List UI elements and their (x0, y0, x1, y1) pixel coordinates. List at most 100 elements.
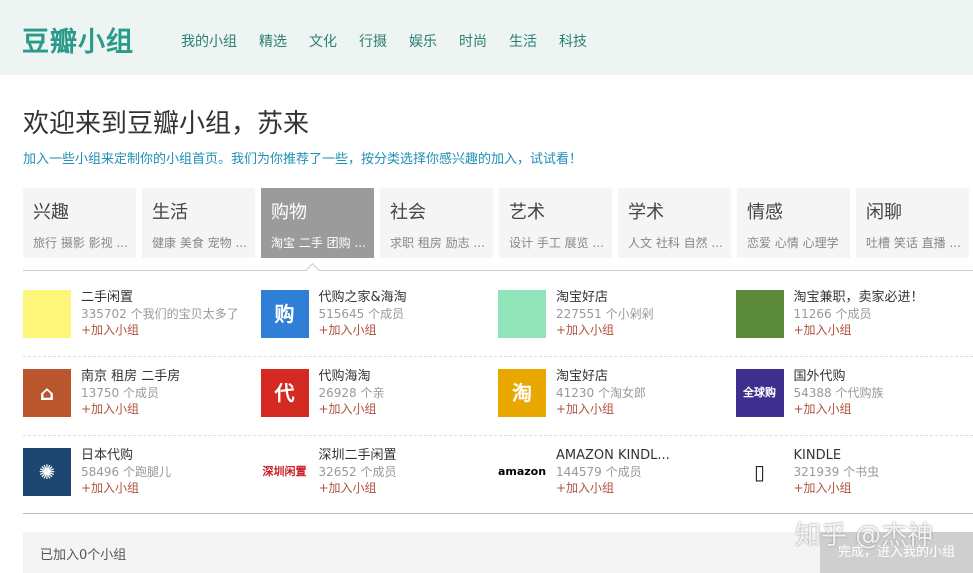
group-avatar[interactable]: amazon (498, 448, 546, 496)
group-count: 58496 个跑腿儿 (81, 465, 171, 479)
group-row: ⌂ 南京 租房 二手房 13750 个成员 +加入小组代代购海淘 26928 个亲 +加入… (23, 369, 973, 447)
group-item: 全球购 国外代购 54388 个代购族 +加入小组 (735, 369, 973, 447)
category-desc: 人文 社科 自然 ... (628, 236, 723, 250)
join-group-link[interactable]: +加入小组 (319, 401, 385, 417)
category-tab[interactable]: 情感恋爱 心情 心理学 (737, 188, 850, 258)
group-item: ⌂ 南京 租房 二手房 13750 个成员 +加入小组 (23, 369, 261, 447)
group-name[interactable]: AMAZON KINDL... (556, 448, 670, 464)
group-name[interactable]: 深圳二手闲置 (319, 448, 397, 464)
divider (23, 513, 973, 514)
group-avatar[interactable]: 深圳闲置 (260, 448, 309, 496)
group-avatar[interactable]: 淘 (498, 369, 546, 417)
category-tab[interactable]: 兴趣旅行 摄影 影视 ... (23, 188, 136, 258)
group-item: 淘淘宝好店 41230 个淘女郎 +加入小组 (498, 369, 736, 447)
join-group-link[interactable]: +加入小组 (556, 322, 654, 338)
group-count: 26928 个亲 (318, 386, 385, 400)
group-name[interactable]: 淘宝兼职，卖家必进！ (794, 290, 924, 306)
nav-item[interactable]: 娱乐 (409, 31, 437, 51)
category-desc: 求职 租房 励志 ... (390, 236, 485, 250)
group-count: 515645 个成员 (318, 307, 405, 321)
subtitle: 加入一些小组来定制你的小组首页。我们为你推荐了一些，按分类选择你感兴趣的加入，试… (23, 152, 583, 167)
group-avatar[interactable] (735, 290, 784, 338)
group-name[interactable]: 淘宝好店 (556, 290, 654, 306)
group-avatar[interactable] (498, 290, 546, 338)
group-count: 41230 个淘女郎 (556, 386, 646, 400)
group-item: 二手闲置 335702 个我们的宝贝太多了 +加入小组 (23, 290, 261, 368)
group-count: 144579 个成员 (556, 465, 642, 479)
join-group-link[interactable]: +加入小组 (319, 480, 397, 496)
category-title: 艺术 (509, 202, 545, 223)
nav-item[interactable]: 精选 (259, 31, 287, 51)
group-item: 淘宝兼职，卖家必进！ 11266 个成员 +加入小组 (735, 290, 973, 368)
group-row: 二手闲置 335702 个我们的宝贝太多了 +加入小组购代购之家&海淘 515645 … (23, 290, 973, 368)
group-count: 54388 个代购族 (793, 386, 884, 400)
join-group-link[interactable]: +加入小组 (556, 401, 646, 417)
join-group-link[interactable]: +加入小组 (794, 322, 924, 338)
nav-item[interactable]: 生活 (509, 31, 537, 51)
group-name[interactable]: 代购海淘 (319, 369, 385, 385)
group-name[interactable]: 南京 租房 二手房 (81, 369, 180, 385)
group-name[interactable]: 淘宝好店 (556, 369, 646, 385)
group-avatar[interactable]: 全球购 (735, 369, 784, 417)
join-group-link[interactable]: +加入小组 (319, 322, 407, 338)
join-group-link[interactable]: +加入小组 (81, 401, 180, 417)
group-avatar[interactable]: ⌂ (23, 369, 71, 417)
group-item: amazon AMAZON KINDL... 144579 个成员 +加入小组 (498, 448, 736, 526)
group-count: 32652 个成员 (318, 465, 397, 479)
category-title: 学术 (628, 202, 664, 223)
category-tab[interactable]: 生活健康 美食 宠物 ... (142, 188, 255, 258)
group-name[interactable]: 代购之家&海淘 (319, 290, 407, 306)
group-item: 淘宝好店 227551 个小剁剁 +加入小组 (498, 290, 736, 368)
join-group-link[interactable]: +加入小组 (794, 401, 884, 417)
category-desc: 吐槽 笑话 直播 ... (866, 236, 961, 250)
join-group-link[interactable]: +加入小组 (556, 480, 670, 496)
group-avatar[interactable]: ▯ (735, 448, 784, 496)
join-group-link[interactable]: +加入小组 (81, 480, 171, 496)
group-name[interactable]: 二手闲置 (81, 290, 239, 306)
nav-item[interactable]: 时尚 (459, 31, 487, 51)
category-title: 生活 (152, 202, 188, 223)
watermark: 知乎 @杰神 (795, 521, 934, 551)
category-title: 情感 (747, 202, 783, 223)
category-title: 购物 (271, 202, 307, 223)
group-grid: 二手闲置 335702 个我们的宝贝太多了 +加入小组购代购之家&海淘 515645 … (23, 290, 973, 526)
category-desc: 旅行 摄影 影视 ... (33, 236, 128, 250)
group-item: 深圳闲置 深圳二手闲置 32652 个成员 +加入小组 (260, 448, 499, 526)
join-group-link[interactable]: +加入小组 (794, 480, 880, 496)
group-count: 227551 个小剁剁 (556, 307, 654, 321)
divider (23, 270, 973, 271)
group-item: 购代购之家&海淘 515645 个成员 +加入小组 (260, 290, 499, 368)
group-item: ✺ 日本代购 58496 个跑腿儿 +加入小组 (23, 448, 261, 526)
nav-item[interactable]: 科技 (559, 31, 587, 51)
group-name[interactable]: 日本代购 (81, 448, 171, 464)
category-tab[interactable]: 学术人文 社科 自然 ... (618, 188, 731, 258)
nav-item[interactable]: 文化 (309, 31, 337, 51)
category-tab[interactable]: 购物淘宝 二手 团购 ... (261, 188, 374, 258)
category-title: 闲聊 (866, 202, 902, 223)
category-title: 兴趣 (33, 202, 69, 223)
group-avatar[interactable]: 购 (260, 290, 309, 338)
category-tabs: 兴趣 旅行 摄影 影视 ... 生活 健康 美食 宠物 ... 购物 淘宝 二手 团购 .… (23, 188, 969, 258)
nav-item[interactable]: 行摄 (359, 31, 387, 51)
selected-caret-icon (306, 263, 319, 276)
category-tab[interactable]: 闲聊吐槽 笑话 直播 ... (856, 188, 969, 258)
category-title: 社会 (390, 202, 426, 223)
group-avatar[interactable] (23, 290, 71, 338)
category-tab[interactable]: 社会求职 租房 励志 ... (380, 188, 493, 258)
group-count: 13750 个成员 (81, 386, 159, 400)
joined-count: 已加入0个小组 (40, 548, 127, 563)
group-avatar[interactable]: ✺ (23, 448, 71, 496)
group-count: 321939 个书虫 (793, 465, 880, 479)
group-name[interactable]: KINDLE (794, 448, 880, 464)
category-desc: 恋爱 心情 心理学 (747, 236, 839, 250)
group-avatar[interactable]: 代 (260, 369, 309, 417)
group-name[interactable]: 国外代购 (794, 369, 884, 385)
logo[interactable]: 豆瓣小组 (22, 20, 134, 59)
category-desc: 淘宝 二手 团购 ... (271, 236, 366, 250)
group-count: 335702 个我们的宝贝太多了 (81, 307, 239, 321)
join-group-link[interactable]: +加入小组 (81, 322, 239, 338)
main-nav: 我的小组 精选 文化 行摄 娱乐 时尚 生活 科技 (181, 31, 609, 51)
category-desc: 健康 美食 宠物 ... (152, 236, 247, 250)
nav-item[interactable]: 我的小组 (181, 31, 237, 51)
category-tab[interactable]: 艺术 设计 手工 展览 ... (499, 188, 612, 258)
